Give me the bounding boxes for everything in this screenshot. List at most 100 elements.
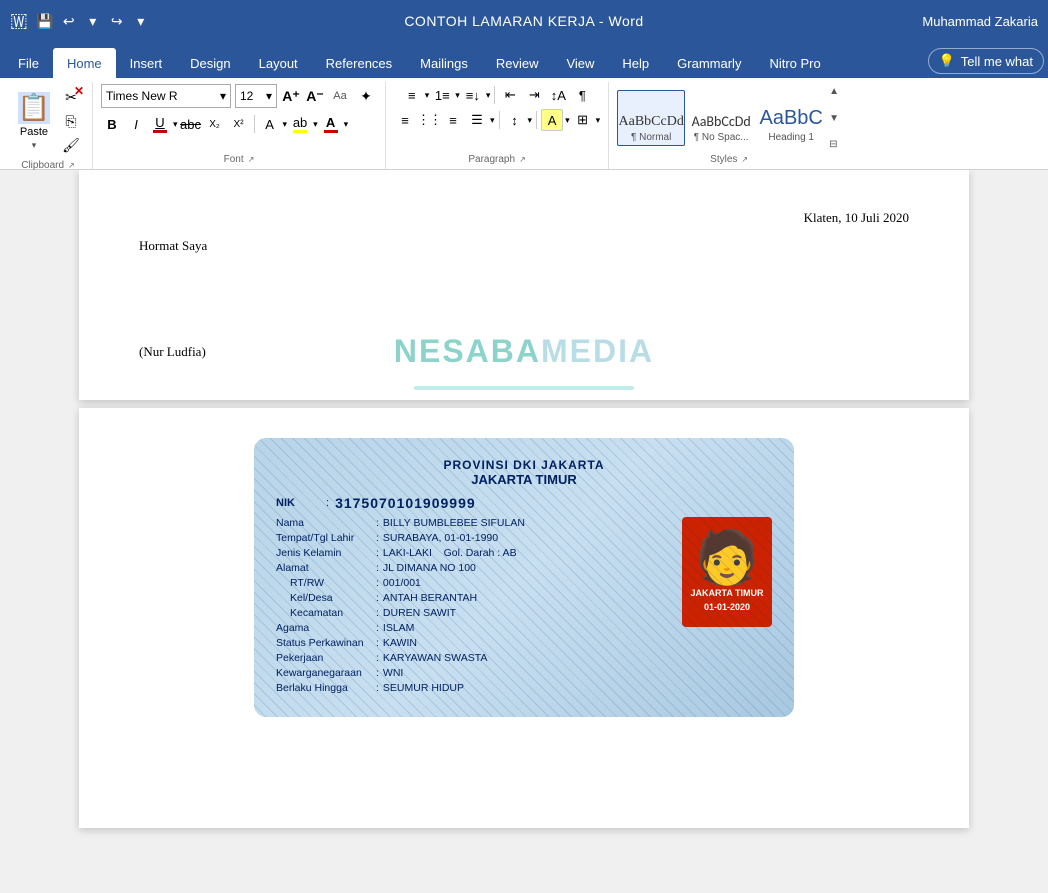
tab-review[interactable]: Review: [482, 48, 553, 78]
subscript-button[interactable]: X₂: [204, 113, 226, 135]
ktp-field-keldesa: Kel/Desa : ANTAH BERANTAH: [276, 592, 670, 604]
styles-gallery: AaBbCcDd ¶ Normal AaBbCcDd ¶ No Spac... …: [617, 90, 825, 146]
redo-icon[interactable]: ↪: [108, 12, 126, 30]
italic-button[interactable]: I: [125, 113, 147, 135]
font-name-selector[interactable]: Times New R ▾: [101, 84, 231, 108]
font-expand-icon[interactable]: ↗: [248, 155, 255, 164]
tab-references[interactable]: References: [312, 48, 406, 78]
alignment-dropdown[interactable]: ▾: [490, 115, 495, 126]
cut-button[interactable]: ✂ ✕: [60, 86, 82, 108]
show-formatting-button[interactable]: ¶: [571, 84, 593, 106]
tab-layout[interactable]: Layout: [245, 48, 312, 78]
align-center-button[interactable]: ⋮⋮: [418, 109, 440, 131]
numbering-dropdown[interactable]: ▾: [455, 90, 460, 101]
font-color-button[interactable]: A: [320, 113, 342, 135]
font-selectors-row: Times New R ▾ 12 ▾ A⁺ A⁻ Aa ✦: [101, 84, 377, 108]
ktp-field-berlaku: Berlaku Hingga : SEUMUR HIDUP: [276, 682, 670, 694]
tab-design[interactable]: Design: [176, 48, 244, 78]
undo-icon[interactable]: ↩: [60, 12, 78, 30]
ktp-field-status: Status Perkawinan : KAWIN: [276, 637, 670, 649]
bold-button[interactable]: B: [101, 113, 123, 135]
shading-dropdown[interactable]: ▾: [565, 115, 570, 126]
styles-scroll-controls: ▲ ▼ ⊟: [827, 84, 841, 152]
watermark-underline: [414, 386, 634, 390]
styles-more[interactable]: ⊟: [827, 137, 841, 152]
tab-mailings[interactable]: Mailings: [406, 48, 482, 78]
font-decrease-button[interactable]: A⁻: [305, 86, 325, 106]
ktp-photo-city: JAKARTA TIMUR: [691, 588, 764, 598]
tab-file[interactable]: File: [4, 48, 53, 78]
letter-greeting: Hormat Saya: [139, 238, 909, 254]
strikethrough-button[interactable]: abc: [180, 113, 202, 135]
ktp-field-agama: Agama : ISLAM: [276, 622, 670, 634]
copy-button[interactable]: ⎘: [60, 110, 82, 132]
ktp-city-header: JAKARTA TIMUR: [276, 472, 772, 487]
separator-1: [254, 115, 255, 133]
numbering-button[interactable]: 1≡: [431, 84, 453, 106]
format-painter-button[interactable]: 🖌: [60, 134, 82, 156]
underline-button[interactable]: U: [149, 113, 171, 135]
word-logo-icon: 🇼: [10, 10, 28, 33]
tab-view[interactable]: View: [552, 48, 608, 78]
tab-grammarly[interactable]: Grammarly: [663, 48, 755, 78]
styles-scroll-down[interactable]: ▼: [827, 111, 841, 126]
tab-help[interactable]: Help: [608, 48, 663, 78]
highlight-color-button[interactable]: ab: [289, 113, 311, 135]
line-spacing-dropdown[interactable]: ▾: [528, 115, 533, 126]
letter-date: Klaten, 10 Juli 2020: [139, 210, 909, 226]
paste-dropdown-arrow: ▾: [32, 140, 37, 151]
tell-me-search[interactable]: 💡 Tell me what: [928, 48, 1044, 74]
para-sep-3: [536, 111, 537, 129]
styles-expand-icon[interactable]: ↗: [741, 155, 748, 164]
tab-nitro-pro[interactable]: Nitro Pro: [755, 48, 834, 78]
text-effects-button[interactable]: A: [259, 113, 281, 135]
highlight-dropdown[interactable]: ▾: [313, 119, 318, 130]
multilevel-dropdown[interactable]: ▾: [486, 90, 491, 101]
align-right-button[interactable]: ≡: [442, 109, 464, 131]
line-spacing-button[interactable]: ↕: [504, 109, 526, 131]
styles-gallery-content: AaBbCcDd ¶ Normal AaBbCcDd ¶ No Spac... …: [617, 84, 841, 152]
underline-with-color: U: [153, 115, 167, 133]
bullets-button[interactable]: ≡: [401, 84, 423, 106]
style-normal[interactable]: AaBbCcDd ¶ Normal: [617, 90, 685, 146]
style-nospace-label: ¶ No Spac...: [694, 132, 749, 143]
font-increase-button[interactable]: A⁺: [281, 86, 301, 106]
clear-formatting-button[interactable]: ✦: [355, 85, 377, 107]
clipboard-expand-icon[interactable]: ↗: [68, 161, 75, 170]
font-color-dropdown[interactable]: ▾: [344, 119, 349, 130]
ribbon-content: 📋 Paste ▾ ✂ ✕ ⎘ 🖌 Clipboard ↗: [0, 78, 1048, 170]
change-case-button[interactable]: Aa: [329, 85, 351, 107]
undo-dropdown-icon[interactable]: ▾: [84, 12, 102, 30]
increase-indent-button[interactable]: ⇥: [523, 84, 545, 106]
paste-button[interactable]: 📋 Paste ▾: [12, 84, 56, 158]
align-left-button[interactable]: ≡: [394, 109, 416, 131]
lightbulb-icon: 💡: [939, 53, 955, 69]
tab-insert[interactable]: Insert: [116, 48, 177, 78]
decrease-indent-button[interactable]: ⇤: [499, 84, 521, 106]
sort-button[interactable]: ↕A: [547, 84, 569, 106]
customize-quick-access-icon[interactable]: ▾: [132, 12, 150, 30]
styles-scroll-up[interactable]: ▲: [827, 84, 841, 99]
style-no-spacing[interactable]: AaBbCcDd ¶ No Spac...: [687, 90, 755, 146]
tab-home[interactable]: Home: [53, 48, 116, 78]
superscript-button[interactable]: X²: [228, 113, 250, 135]
justify-button[interactable]: ☰: [466, 109, 488, 131]
document-area: Klaten, 10 Juli 2020 Hormat Saya (Nur Lu…: [0, 170, 1048, 856]
borders-button[interactable]: ⊞: [572, 109, 594, 131]
text-effects-dropdown[interactable]: ▾: [283, 119, 288, 130]
font-size-selector[interactable]: 12 ▾: [235, 84, 277, 108]
style-heading1[interactable]: AaBbC Heading 1: [757, 90, 825, 146]
paste-icon: 📋: [18, 92, 50, 124]
font-formatting-row: B I U ▾ abc X₂ X² A ▾ ab: [101, 113, 348, 135]
borders-dropdown[interactable]: ▾: [596, 115, 601, 126]
titlebar: 🇼 💾 ↩ ▾ ↪ ▾ CONTOH LAMARAN KERJA - Word …: [0, 0, 1048, 42]
bullets-dropdown[interactable]: ▾: [425, 90, 430, 101]
ktp-field-wni: Kewarganegaraan : WNI: [276, 667, 670, 679]
underline-dropdown[interactable]: ▾: [173, 119, 178, 130]
multilevel-list-button[interactable]: ≡↓: [462, 84, 484, 106]
save-icon[interactable]: 💾: [36, 12, 54, 30]
font-color-with-bar: A: [324, 115, 338, 133]
shading-button[interactable]: A: [541, 109, 563, 131]
paragraph-expand-icon[interactable]: ↗: [519, 155, 526, 164]
ktp-field-jk: Jenis Kelamin : LAKI-LAKI Gol. Darah : A…: [276, 547, 670, 559]
